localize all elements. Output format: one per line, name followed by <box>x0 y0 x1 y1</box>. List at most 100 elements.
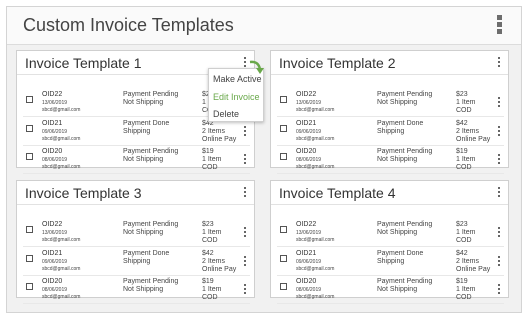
invoice-row: OID21 09/06/2019 sbcd@gmail.com Payment Don… <box>23 249 250 276</box>
shipping-status: Not Shipping <box>377 99 418 106</box>
payment-method: COD <box>202 294 218 301</box>
card-title: Invoice Template 2 <box>279 55 396 71</box>
order-date: 08/06/2019 <box>296 287 322 293</box>
payment-method: Online Pay <box>202 266 237 273</box>
order-date: 13/06/2019 <box>42 230 68 236</box>
invoice-row: OID20 08/06/2019 sbcd@gmail.com Payment Pen… <box>277 277 504 304</box>
invoice-template-card: Invoice Template 3 OID22 13/06/2019 sbcd@gm… <box>16 180 255 304</box>
payment-status: Payment Pending <box>123 278 179 285</box>
row-options-icon[interactable] <box>242 284 248 296</box>
payment-method: COD <box>456 164 472 171</box>
more-options-icon[interactable] <box>495 15 503 37</box>
invoice-row: OID20 08/06/2019 sbcd@gmail.com Payment Pen… <box>23 147 250 174</box>
row-options-icon[interactable] <box>242 154 248 166</box>
order-price: $19 <box>202 148 214 155</box>
row-options-icon[interactable] <box>496 284 502 296</box>
shipping-status: Not Shipping <box>377 156 418 163</box>
row-checkbox[interactable] <box>280 96 287 103</box>
invoice-templates-app: Custom Invoice Templates Invoice Templat… <box>6 6 522 313</box>
template-options-menu: Make Active Edit Invoice Delete <box>208 68 264 122</box>
customer-email: sbcd@gmail.com <box>42 266 81 272</box>
invoice-row: OID21 09/06/2019 sbcd@gmail.com Payment Don… <box>23 119 250 146</box>
delete-option[interactable]: Delete <box>213 109 239 119</box>
row-checkbox[interactable] <box>280 125 287 132</box>
invoice-row: OID22 13/06/2019 sbcd@gmail.com Payment Pen… <box>277 220 504 247</box>
payment-status: Payment Done <box>123 120 170 127</box>
shipping-status: Shipping <box>377 258 405 265</box>
order-id: OID20 <box>42 278 63 285</box>
customer-email: sbcd@gmail.com <box>42 136 81 142</box>
order-date: 09/06/2019 <box>296 259 322 265</box>
customer-email: sbcd@gmail.com <box>42 294 81 300</box>
payment-status: Payment Done <box>377 120 424 127</box>
payment-method: COD <box>456 107 472 114</box>
row-checkbox[interactable] <box>280 153 287 160</box>
order-price: $19 <box>456 278 468 285</box>
row-checkbox[interactable] <box>26 226 33 233</box>
invoice-template-card: Invoice Template 4 OID22 13/06/2019 sbcd@gm… <box>270 180 509 304</box>
divider <box>271 74 508 75</box>
payment-status: Payment Pending <box>377 91 433 98</box>
row-options-icon[interactable] <box>242 227 248 239</box>
invoice-row: OID22 13/06/2019 sbcd@gmail.com Payment Pen… <box>277 90 504 117</box>
item-count: 1 Item <box>456 229 476 236</box>
order-id: OID22 <box>42 221 63 228</box>
customer-email: sbcd@gmail.com <box>42 107 81 113</box>
shipping-status: Not Shipping <box>377 286 418 293</box>
item-count: 1 Item <box>202 156 222 163</box>
invoice-row: OID20 08/06/2019 sbcd@gmail.com Payment Pen… <box>277 147 504 174</box>
order-id: OID21 <box>42 250 63 257</box>
card-options-icon[interactable] <box>242 187 248 201</box>
payment-method: COD <box>202 164 218 171</box>
curved-arrow-icon <box>249 60 264 74</box>
customer-email: sbcd@gmail.com <box>296 237 335 243</box>
item-count: 2 Items <box>456 258 479 265</box>
shipping-status: Shipping <box>123 258 151 265</box>
customer-email: sbcd@gmail.com <box>296 107 335 113</box>
payment-method: COD <box>202 237 218 244</box>
row-checkbox[interactable] <box>280 283 287 290</box>
order-date: 08/06/2019 <box>42 157 68 163</box>
card-options-icon[interactable] <box>496 57 502 71</box>
order-date: 09/06/2019 <box>42 129 68 135</box>
row-checkbox[interactable] <box>26 255 33 262</box>
row-options-icon[interactable] <box>496 126 502 138</box>
page-title: Custom Invoice Templates <box>23 15 234 35</box>
row-checkbox[interactable] <box>280 255 287 262</box>
order-date: 13/06/2019 <box>296 230 322 236</box>
shipping-status: Shipping <box>123 128 151 135</box>
row-options-icon[interactable] <box>496 154 502 166</box>
row-checkbox[interactable] <box>26 283 33 290</box>
row-options-icon[interactable] <box>242 256 248 268</box>
row-checkbox[interactable] <box>26 125 33 132</box>
row-checkbox[interactable] <box>280 226 287 233</box>
order-date: 08/06/2019 <box>296 157 322 163</box>
card-title: Invoice Template 4 <box>279 185 396 201</box>
row-options-icon[interactable] <box>496 256 502 268</box>
card-options-icon[interactable] <box>496 187 502 201</box>
payment-status: Payment Pending <box>377 278 433 285</box>
divider <box>17 204 254 205</box>
customer-email: sbcd@gmail.com <box>296 294 335 300</box>
invoice-row: OID20 08/06/2019 sbcd@gmail.com Payment Pen… <box>23 277 250 304</box>
row-options-icon[interactable] <box>242 126 248 138</box>
payment-method: Online Pay <box>202 136 237 143</box>
row-options-icon[interactable] <box>496 227 502 239</box>
row-checkbox[interactable] <box>26 96 33 103</box>
item-count: 1 Item <box>456 99 476 106</box>
item-count: 1 Item <box>456 156 476 163</box>
row-options-icon[interactable] <box>496 97 502 109</box>
payment-method: Online Pay <box>456 136 491 143</box>
edit-invoice-option[interactable]: Edit Invoice <box>213 92 260 102</box>
order-date: 13/06/2019 <box>296 100 322 106</box>
order-id: OID20 <box>296 278 317 285</box>
order-price: $23 <box>202 221 214 228</box>
order-price: $19 <box>202 278 214 285</box>
order-price: $42 <box>456 250 468 257</box>
shipping-status: Shipping <box>377 128 405 135</box>
app-header: Custom Invoice Templates <box>7 7 521 45</box>
payment-status: Payment Pending <box>377 221 433 228</box>
item-count: 1 Item <box>202 229 222 236</box>
row-checkbox[interactable] <box>26 153 33 160</box>
payment-status: Payment Pending <box>123 91 179 98</box>
